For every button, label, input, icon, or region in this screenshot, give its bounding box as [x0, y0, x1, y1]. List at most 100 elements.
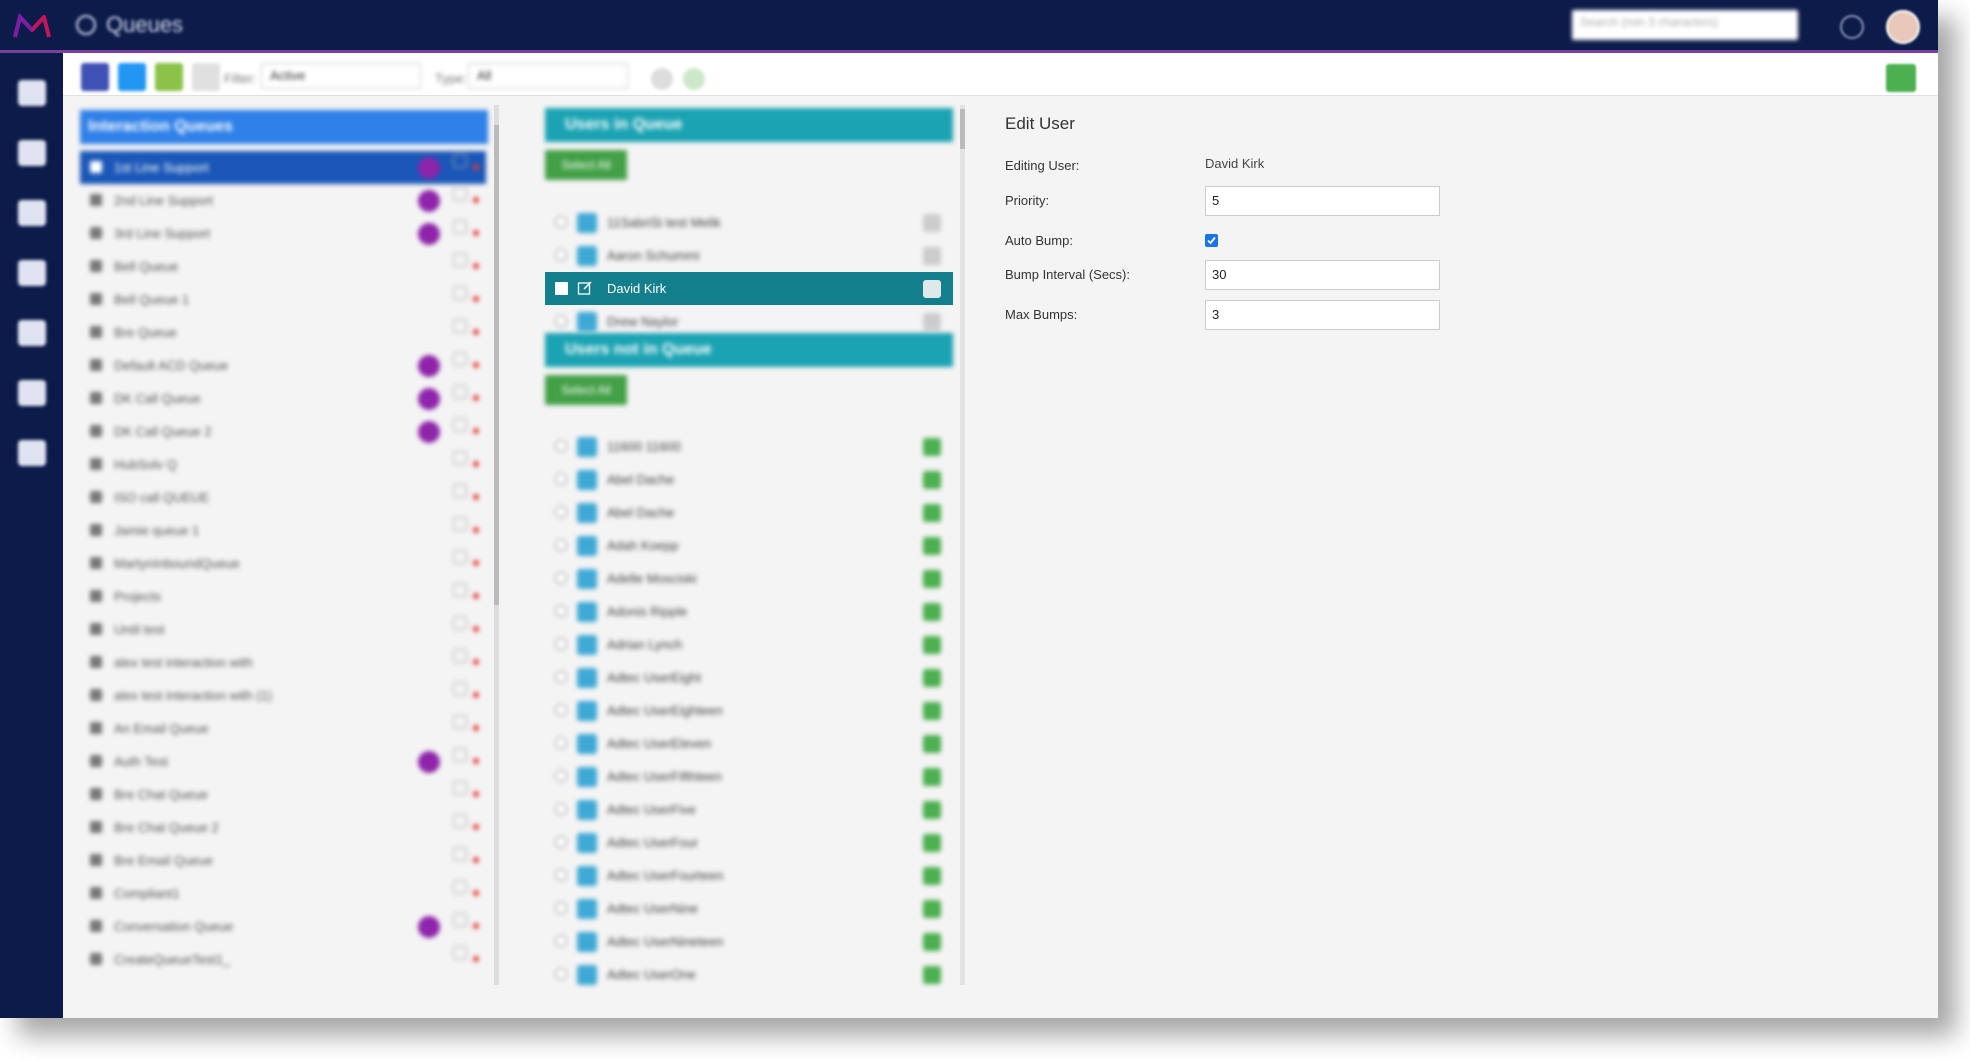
user-checkbox[interactable] [555, 605, 567, 617]
type-select[interactable]: All [468, 63, 628, 89]
tag-icon[interactable] [453, 748, 467, 762]
edit-icon[interactable] [577, 800, 597, 820]
queue-list-item[interactable]: Bre Chat Queue 2 [80, 811, 486, 844]
edit-icon[interactable] [577, 503, 597, 523]
add-user-icon[interactable] [923, 471, 941, 489]
tag-icon[interactable] [453, 385, 467, 399]
settings-icon[interactable] [18, 440, 46, 466]
edit-icon[interactable] [577, 734, 597, 754]
users-scrollbar[interactable] [960, 105, 965, 985]
edit-icon[interactable] [577, 280, 593, 296]
search-input[interactable]: Search (min 3 characters) [1572, 10, 1798, 40]
tag-icon[interactable] [453, 583, 467, 597]
user-not-in-queue-row[interactable]: Abel Dache [545, 496, 953, 529]
refresh-icon[interactable] [651, 68, 673, 90]
tag-icon[interactable] [453, 946, 467, 960]
delete-icon[interactable] [473, 626, 479, 632]
export-excel-button[interactable] [1886, 64, 1916, 92]
queue-list-item[interactable]: Until test [80, 613, 486, 646]
edit-icon[interactable] [577, 536, 597, 556]
user-checkbox[interactable] [555, 473, 567, 485]
user-checkbox[interactable] [555, 282, 568, 295]
queue-list-item[interactable]: 2nd Line Support [80, 184, 486, 217]
queue-list-item[interactable]: Bre Chat Queue [80, 778, 486, 811]
delete-icon[interactable] [473, 329, 479, 335]
user-not-in-queue-row[interactable]: Adrian Lynch [545, 628, 953, 661]
user-checkbox[interactable] [555, 869, 567, 881]
tag-icon[interactable] [453, 781, 467, 795]
tag-icon[interactable] [453, 913, 467, 927]
add-user-icon[interactable] [923, 438, 941, 456]
delete-icon[interactable] [473, 395, 479, 401]
user-checkbox[interactable] [555, 902, 567, 914]
queue-list-item[interactable]: HubSolv Q [80, 448, 486, 481]
user-not-in-queue-row[interactable]: Adah Koepp [545, 529, 953, 562]
tag-icon[interactable] [453, 154, 467, 168]
user-not-in-queue-row[interactable]: Adtec UserOne [545, 958, 953, 991]
add-user-icon[interactable] [923, 933, 941, 951]
add-user-icon[interactable] [923, 537, 941, 555]
delete-icon[interactable] [473, 659, 479, 665]
tag-icon[interactable] [453, 220, 467, 234]
edit-icon[interactable] [577, 833, 597, 853]
list-icon[interactable] [18, 140, 46, 166]
queue-list-item[interactable]: 1st Line Support [80, 151, 486, 184]
queue-list-item[interactable]: DK Call Queue [80, 382, 486, 415]
dashboard-icon[interactable] [18, 80, 46, 106]
add-user-icon[interactable] [923, 966, 941, 984]
bump-interval-field[interactable]: 30 [1205, 260, 1440, 290]
tag-icon[interactable] [453, 880, 467, 894]
user-checkbox[interactable] [555, 315, 567, 327]
tag-icon[interactable] [453, 187, 467, 201]
queue-list-item[interactable]: DK Call Queue 2 [80, 415, 486, 448]
edit-icon[interactable] [577, 246, 597, 266]
user-not-in-queue-row[interactable]: Adonis Ripple [545, 595, 953, 628]
delete-icon[interactable] [473, 593, 479, 599]
user-not-in-queue-row[interactable]: Adtec UserFour [545, 826, 953, 859]
add-user-icon[interactable] [923, 702, 941, 720]
user-checkbox[interactable] [555, 638, 567, 650]
user-not-in-queue-row[interactable]: Abel Dache [545, 463, 953, 496]
tag-icon[interactable] [453, 682, 467, 696]
filter-select[interactable]: Active [261, 63, 421, 89]
delete-icon[interactable] [473, 428, 479, 434]
user-checkbox[interactable] [555, 803, 567, 815]
queue-list-item[interactable]: Compliant1 [80, 877, 486, 910]
user-not-in-queue-row[interactable]: Adtec UserEighteen [545, 694, 953, 727]
tag-icon[interactable] [453, 649, 467, 663]
user-checkbox[interactable] [555, 249, 567, 261]
user-checkbox[interactable] [555, 836, 567, 848]
logo-icon[interactable] [12, 12, 52, 42]
edit-icon[interactable] [577, 437, 597, 457]
queue-list-item[interactable]: Jamie queue 1 [80, 514, 486, 547]
queue-list-item[interactable]: Default ACD Queue [80, 349, 486, 382]
tag-icon[interactable] [453, 286, 467, 300]
user-checkbox[interactable] [555, 770, 567, 782]
delete-icon[interactable] [473, 197, 479, 203]
delete-icon[interactable] [473, 461, 479, 467]
users-not-in-queue-header[interactable]: Users not in Queue [545, 333, 953, 367]
contacts-icon[interactable] [18, 320, 46, 346]
user-checkbox[interactable] [555, 737, 567, 749]
delete-icon[interactable] [473, 296, 479, 302]
user-checkbox[interactable] [555, 572, 567, 584]
delete-icon[interactable] [473, 527, 479, 533]
select-all-in-queue-button[interactable]: Select All [545, 150, 627, 180]
tag-icon[interactable] [453, 319, 467, 333]
queue-list-item[interactable]: Auth Test [80, 745, 486, 778]
document-icon[interactable] [18, 380, 46, 406]
user-not-in-queue-row[interactable]: Adtec UserNine [545, 892, 953, 925]
delete-icon[interactable] [473, 560, 479, 566]
user-checkbox[interactable] [555, 539, 567, 551]
user-not-in-queue-row[interactable]: Adtec UserFifthteen [545, 760, 953, 793]
user-not-in-queue-row[interactable]: Adtec UserEight [545, 661, 953, 694]
queue-list-item[interactable]: Bre Queue [80, 316, 486, 349]
delete-icon[interactable] [473, 923, 479, 929]
user-not-in-queue-row[interactable]: Adelle Mosciski [545, 562, 953, 595]
remove-user-icon[interactable] [923, 247, 941, 265]
delete-icon[interactable] [473, 692, 479, 698]
tag-icon[interactable] [453, 616, 467, 630]
scrollbar-thumb[interactable] [494, 125, 499, 605]
edit-icon[interactable] [577, 213, 597, 233]
queue-list-item[interactable]: Bell Queue [80, 250, 486, 283]
